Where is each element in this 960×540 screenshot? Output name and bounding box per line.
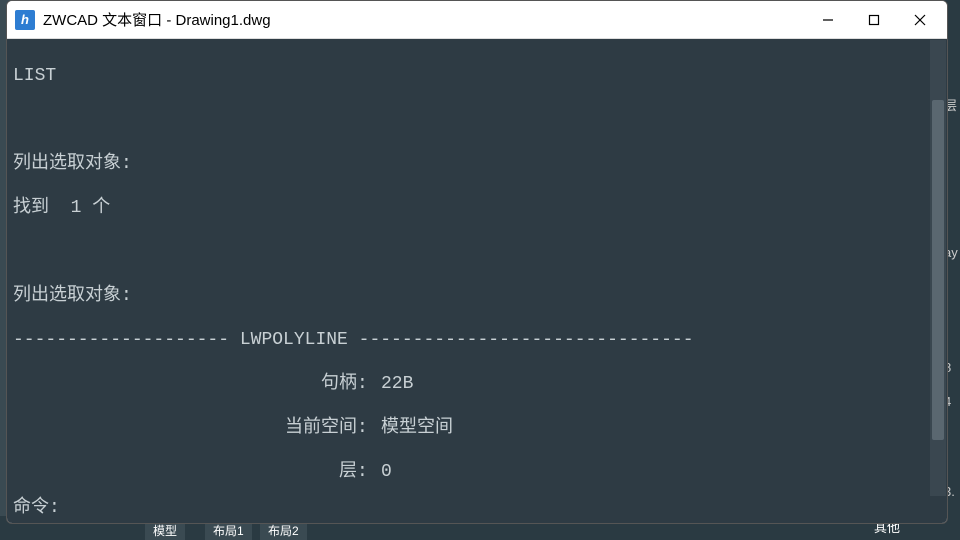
close-button[interactable] bbox=[897, 3, 943, 37]
blank-line bbox=[13, 241, 941, 263]
titlebar[interactable]: h ZWCAD 文本窗口 - Drawing1.dwg bbox=[7, 1, 947, 39]
minimize-icon bbox=[822, 14, 834, 26]
select-prompt-2: 列出选取对象: bbox=[13, 285, 941, 307]
select-prompt: 列出选取对象: bbox=[13, 153, 941, 175]
blank-line bbox=[13, 109, 941, 131]
app-icon: h bbox=[15, 10, 35, 30]
scrollbar-vertical[interactable] bbox=[930, 40, 946, 496]
prop-handle: 句柄: 22B bbox=[13, 373, 941, 395]
window-title: ZWCAD 文本窗口 - Drawing1.dwg bbox=[43, 9, 805, 30]
close-icon bbox=[914, 14, 926, 26]
entity-separator: -------------------- LWPOLYLINE --------… bbox=[13, 329, 941, 351]
minimize-button[interactable] bbox=[805, 3, 851, 37]
maximize-button[interactable] bbox=[851, 3, 897, 37]
maximize-icon bbox=[868, 14, 880, 26]
text-content[interactable]: LIST 列出选取对象: 找到 1 个 列出选取对象: ------------… bbox=[7, 39, 947, 523]
prop-layer: 层: 0 bbox=[13, 461, 941, 483]
output-area: LIST 列出选取对象: 找到 1 个 列出选取对象: ------------… bbox=[13, 43, 941, 495]
list-command: LIST bbox=[13, 65, 941, 87]
found-count: 找到 1 个 bbox=[13, 197, 941, 219]
text-window: h ZWCAD 文本窗口 - Drawing1.dwg LIST 列出选取对象:… bbox=[6, 0, 948, 524]
scrollbar-thumb[interactable] bbox=[932, 100, 944, 440]
prop-space: 当前空间: 模型空间 bbox=[13, 417, 941, 439]
command-prompt[interactable]: 命令: bbox=[13, 495, 941, 519]
